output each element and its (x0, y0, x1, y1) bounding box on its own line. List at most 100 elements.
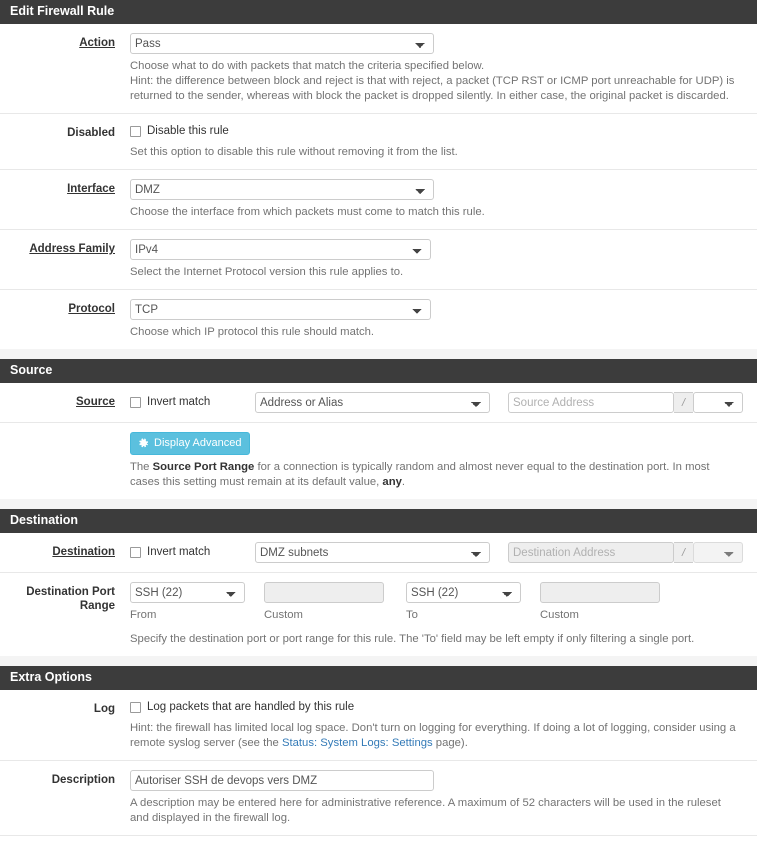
action-help: Choose what to do with packets that matc… (130, 59, 750, 104)
field-destination: Invert match DMZ subnets / (115, 542, 757, 563)
field-log: Log packets that are handled by this rul… (115, 699, 757, 751)
interface-help: Choose the interface from which packets … (130, 206, 485, 218)
dest-port-to-custom-sublabel: Custom (540, 609, 579, 621)
dest-port-from-custom-input[interactable] (264, 582, 384, 603)
row-protocol: Protocol TCP Choose which IP protocol th… (0, 290, 757, 349)
field-destination-port-range: SSH (22) From Custom SSH (22) To Custom … (115, 582, 757, 647)
field-source-advanced: Display Advanced The Source Port Range f… (115, 432, 757, 490)
dest-port-from-select[interactable]: SSH (22) (130, 582, 245, 603)
dest-port-to-select[interactable]: SSH (22) (406, 582, 521, 603)
destination-type-select[interactable]: DMZ subnets (255, 542, 490, 563)
destination-invert-check-line: Invert match (130, 544, 255, 561)
source-invert-checkbox[interactable] (130, 397, 141, 408)
description-input[interactable] (130, 770, 434, 791)
dest-port-help: Specify the destination port or port ran… (130, 633, 695, 645)
label-source-advanced-spacer (0, 432, 115, 435)
source-address-group: / (508, 392, 743, 413)
destination-address-group: / (508, 542, 743, 563)
description-help: A description may be entered here for ad… (130, 797, 721, 824)
source-type-select[interactable]: Address or Alias (255, 392, 490, 413)
source-display-advanced-button[interactable]: Display Advanced (130, 432, 251, 455)
action-label-text[interactable]: Action (79, 37, 115, 49)
source-display-advanced-label: Display Advanced (154, 437, 242, 449)
source-label-text[interactable]: Source (76, 396, 115, 408)
port-range-controls: SSH (22) From Custom SSH (22) To Custom (130, 582, 750, 622)
address-family-help: Select the Internet Protocol version thi… (130, 266, 404, 278)
destination-cidr-select[interactable] (693, 542, 743, 563)
row-action: Action Pass Choose what to do with packe… (0, 24, 757, 114)
protocol-help: Choose which IP protocol this rule shoul… (130, 326, 375, 338)
label-protocol: Protocol (0, 299, 115, 316)
log-packets-checkbox[interactable] (130, 702, 141, 713)
source-port-help-bold2: any (382, 476, 402, 488)
destination-invert-checkbox[interactable] (130, 547, 141, 558)
port-to-custom-cell: Custom (540, 582, 660, 622)
source-invert-label[interactable]: Invert match (147, 396, 210, 409)
section-header-extra: Extra Options (0, 666, 757, 690)
dest-port-to-sublabel: To (406, 609, 418, 621)
log-packets-label[interactable]: Log packets that are handled by this rul… (147, 701, 354, 714)
gear-icon (138, 438, 149, 449)
address-family-select[interactable]: IPv4 (130, 239, 431, 260)
label-action: Action (0, 33, 115, 50)
field-protocol: TCP Choose which IP protocol this rule s… (115, 299, 757, 340)
label-destination: Destination (0, 542, 115, 559)
field-source: Invert match Address or Alias / (115, 392, 757, 413)
row-destination-port-range: Destination Port Range SSH (22) From Cus… (0, 573, 757, 656)
source-port-help-bold1: Source Port Range (152, 461, 255, 473)
label-disabled: Disabled (67, 127, 115, 139)
source-invert-check-line: Invert match (130, 394, 255, 411)
label-source: Source (0, 392, 115, 409)
destination-label-text[interactable]: Destination (52, 546, 115, 558)
destination-invert-label[interactable]: Invert match (147, 546, 210, 559)
section-gap-1 (0, 349, 757, 359)
source-port-help-pre: The (130, 461, 153, 473)
section-gap-3 (0, 656, 757, 666)
label-description: Description (51, 774, 115, 786)
row-description: Description A description may be entered… (0, 761, 757, 836)
destination-address-input[interactable] (508, 542, 674, 563)
row-disabled: Disabled Disable this rule Set this opti… (0, 114, 757, 170)
source-controls: Invert match Address or Alias / (130, 392, 750, 413)
extra-options-body: Log Log packets that are handled by this… (0, 690, 757, 844)
action-help-line1: Choose what to do with packets that matc… (130, 60, 485, 72)
row-address-family: Address Family IPv4 Select the Internet … (0, 230, 757, 290)
row-advanced-options: Advanced Options Display Advanced (0, 836, 757, 844)
destination-body: Destination Invert match DMZ subnets / (0, 533, 757, 656)
section-header-rule: Edit Firewall Rule (0, 0, 757, 24)
dest-port-from-sublabel: From (130, 609, 157, 621)
disable-rule-checkbox[interactable] (130, 126, 141, 137)
interface-select[interactable]: DMZ (130, 179, 434, 200)
destination-panel: Destination Destination Invert match DMZ… (0, 509, 757, 656)
log-help: Hint: the firewall has limited local log… (130, 721, 750, 751)
row-source: Source Invert match Address or Alias / (0, 383, 757, 423)
rule-body: Action Pass Choose what to do with packe… (0, 24, 757, 349)
system-logs-settings-link[interactable]: Status: System Logs: Settings (282, 737, 433, 749)
row-interface: Interface DMZ Choose the interface from … (0, 170, 757, 230)
label-address-family: Address Family (0, 239, 115, 256)
field-address-family: IPv4 Select the Internet Protocol versio… (115, 239, 757, 280)
row-log: Log Log packets that are handled by this… (0, 690, 757, 761)
disable-rule-label[interactable]: Disable this rule (147, 125, 229, 138)
action-select[interactable]: Pass (130, 33, 434, 54)
field-disabled: Disable this rule Set this option to dis… (115, 123, 757, 160)
source-address-input[interactable] (508, 392, 674, 413)
port-to-cell: SSH (22) To (406, 582, 521, 622)
address-family-label-text[interactable]: Address Family (29, 243, 115, 255)
action-help-line2: Hint: the difference between block and r… (130, 75, 735, 102)
field-description: A description may be entered here for ad… (115, 770, 757, 826)
port-from-cell: SSH (22) From (130, 582, 245, 622)
source-body: Source Invert match Address or Alias / (0, 383, 757, 499)
section-header-source: Source (0, 359, 757, 383)
source-cidr-select[interactable] (693, 392, 743, 413)
row-destination: Destination Invert match DMZ subnets / (0, 533, 757, 573)
protocol-label-text[interactable]: Protocol (68, 303, 115, 315)
row-source-advanced: Display Advanced The Source Port Range f… (0, 423, 757, 499)
interface-label-text[interactable]: Interface (67, 183, 115, 195)
field-interface: DMZ Choose the interface from which pack… (115, 179, 757, 220)
protocol-select[interactable]: TCP (130, 299, 431, 320)
log-help-post: page). (432, 737, 468, 749)
dest-port-to-custom-input[interactable] (540, 582, 660, 603)
field-action: Pass Choose what to do with packets that… (115, 33, 757, 104)
destination-controls: Invert match DMZ subnets / (130, 542, 750, 563)
